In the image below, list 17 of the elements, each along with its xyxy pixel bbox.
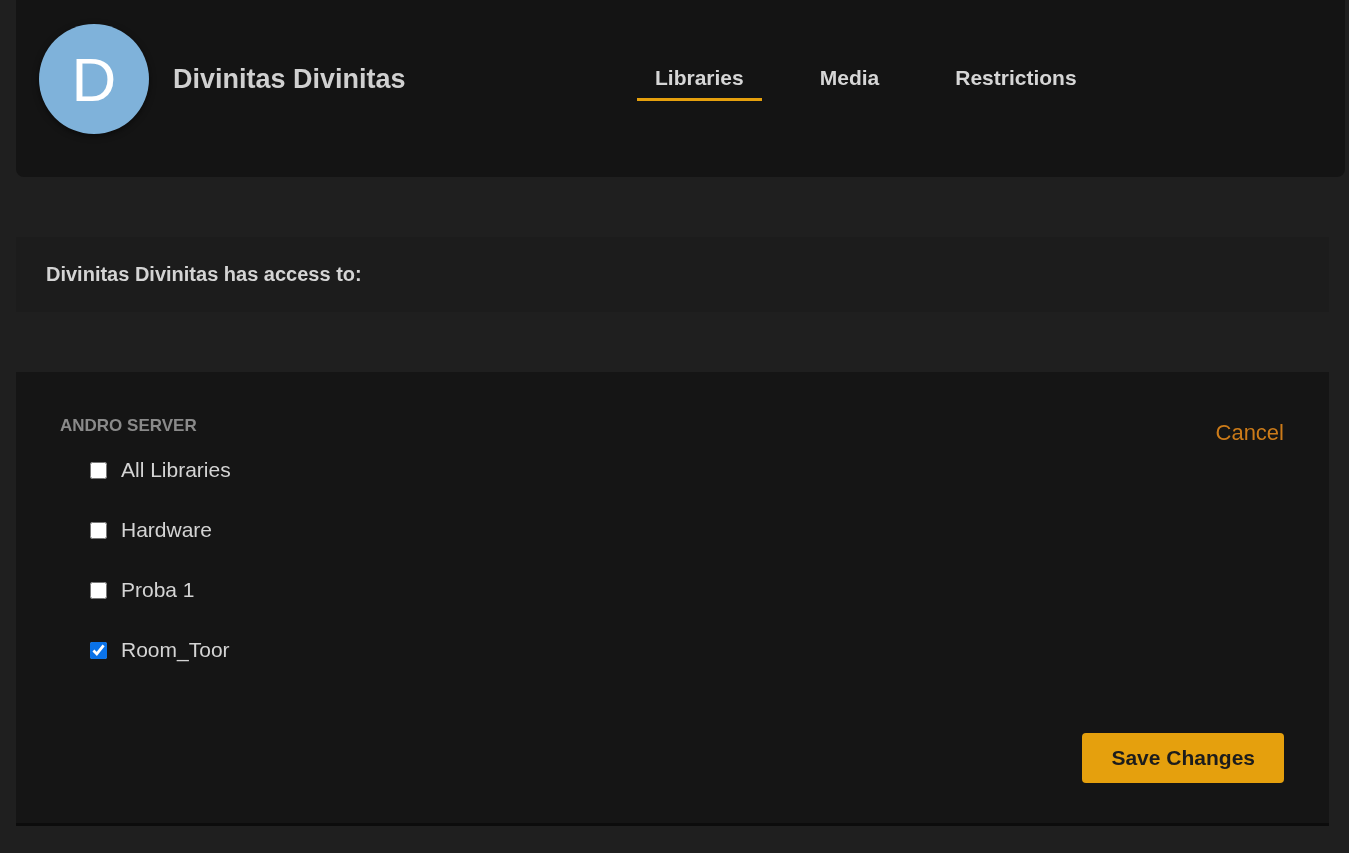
checkbox[interactable] xyxy=(90,461,107,479)
checkbox[interactable] xyxy=(90,641,107,659)
save-button[interactable]: Save Changes xyxy=(1082,733,1284,783)
user-name: Divinitas Divinitas xyxy=(173,64,407,95)
library-label: Room_Toor xyxy=(121,638,230,662)
checkbox[interactable] xyxy=(90,581,107,599)
library-label: Proba 1 xyxy=(121,578,195,602)
library-label: All Libraries xyxy=(121,458,231,482)
cancel-link[interactable]: Cancel xyxy=(1215,420,1284,446)
server-name: ANDRO SERVER xyxy=(60,416,197,436)
tab[interactable]: Restrictions xyxy=(937,66,1095,101)
tab[interactable]: Media xyxy=(801,66,898,101)
avatar: D xyxy=(39,24,149,134)
access-heading: Divinitas Divinitas has access to: xyxy=(46,263,362,286)
checkbox[interactable] xyxy=(90,521,107,539)
tab[interactable]: Libraries xyxy=(637,66,762,101)
library-label: Hardware xyxy=(121,518,213,542)
